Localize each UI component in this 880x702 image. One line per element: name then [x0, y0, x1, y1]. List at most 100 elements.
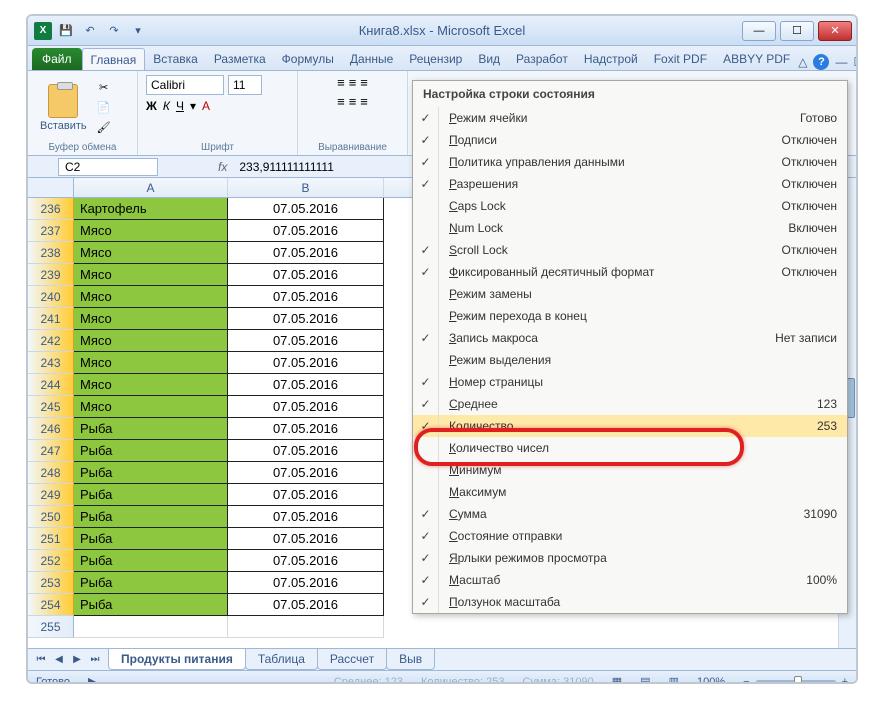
cell-a[interactable]: Мясо	[74, 330, 228, 352]
row-header[interactable]: 253	[28, 572, 74, 594]
child-minimize-icon[interactable]: —	[835, 55, 847, 69]
row-header[interactable]: 255	[28, 616, 74, 638]
cell-a[interactable]: Рыба	[74, 594, 228, 616]
sheet-nav-first[interactable]: ⏮	[32, 651, 50, 669]
cell-b[interactable]: 07.05.2016	[228, 242, 384, 264]
row-header[interactable]: 249	[28, 484, 74, 506]
row-header[interactable]: 244	[28, 374, 74, 396]
cell-a[interactable]: Картофель	[74, 198, 228, 220]
row-header[interactable]: 239	[28, 264, 74, 286]
cell-a[interactable]: Мясо	[74, 286, 228, 308]
menu-item-4[interactable]: Caps LockОтключен	[413, 195, 847, 217]
align-bottom-button[interactable]: ≡	[360, 75, 368, 90]
cell-b[interactable]: 07.05.2016	[228, 374, 384, 396]
cell-a[interactable]: Мясо	[74, 374, 228, 396]
cell-b[interactable]: 07.05.2016	[228, 506, 384, 528]
ribbon-tab-8[interactable]: Надстрой	[576, 48, 646, 70]
menu-item-1[interactable]: ПодписиОтключен	[413, 129, 847, 151]
menu-item-16[interactable]: Минимум	[413, 459, 847, 481]
sheet-tab-3[interactable]: Выв	[386, 649, 435, 670]
child-restore-icon[interactable]: ☐	[853, 55, 858, 69]
font-name-select[interactable]	[146, 75, 224, 95]
cell-a[interactable]: Мясо	[74, 308, 228, 330]
ribbon-tab-7[interactable]: Разработ	[508, 48, 576, 70]
menu-item-3[interactable]: РазрешенияОтключен	[413, 173, 847, 195]
row-header[interactable]: 250	[28, 506, 74, 528]
ribbon-tab-5[interactable]: Рецензир	[401, 48, 470, 70]
font-size-select[interactable]	[228, 75, 262, 95]
cell-b[interactable]: 07.05.2016	[228, 198, 384, 220]
row-header[interactable]: 236	[28, 198, 74, 220]
align-top-button[interactable]: ≡	[337, 75, 345, 90]
cell-b[interactable]: 07.05.2016	[228, 220, 384, 242]
cell-a[interactable]: Рыба	[74, 462, 228, 484]
cell-a[interactable]: Мясо	[74, 242, 228, 264]
view-normal-button[interactable]: ▦	[612, 675, 622, 684]
menu-item-14[interactable]: Количество253	[413, 415, 847, 437]
sheet-nav-prev[interactable]: ◀	[50, 651, 68, 669]
zoom-slider[interactable]	[756, 680, 836, 684]
menu-item-0[interactable]: Режим ячейкиГотово	[413, 107, 847, 129]
menu-item-11[interactable]: Режим выделения	[413, 349, 847, 371]
paste-button[interactable]: Вставить	[36, 82, 91, 134]
menu-item-7[interactable]: Фиксированный десятичный форматОтключен	[413, 261, 847, 283]
cell-b[interactable]: 07.05.2016	[228, 264, 384, 286]
row-header[interactable]: 252	[28, 550, 74, 572]
bold-button[interactable]: Ж	[146, 99, 157, 113]
menu-item-20[interactable]: Ярлыки режимов просмотра	[413, 547, 847, 569]
cell-b[interactable]: 07.05.2016	[228, 572, 384, 594]
cell-a[interactable]: Рыба	[74, 572, 228, 594]
column-header-b[interactable]: B	[228, 178, 384, 197]
cell-b[interactable]: 07.05.2016	[228, 352, 384, 374]
ribbon-tab-10[interactable]: ABBYY PDF	[715, 48, 798, 70]
cell-a[interactable]	[74, 616, 228, 638]
cell-a[interactable]: Рыба	[74, 506, 228, 528]
row-header[interactable]: 248	[28, 462, 74, 484]
zoom-out-button[interactable]: −	[743, 676, 749, 685]
font-expand-icon[interactable]: ▾	[190, 99, 196, 113]
cell-b[interactable]: 07.05.2016	[228, 286, 384, 308]
view-pagebreak-button[interactable]: ▥	[669, 675, 679, 684]
menu-item-13[interactable]: Среднее123	[413, 393, 847, 415]
menu-item-8[interactable]: Режим замены	[413, 283, 847, 305]
format-painter-button[interactable]: 🖌	[95, 119, 113, 137]
cell-a[interactable]: Мясо	[74, 264, 228, 286]
cell-b[interactable]: 07.05.2016	[228, 330, 384, 352]
row-header[interactable]: 237	[28, 220, 74, 242]
cell-a[interactable]: Мясо	[74, 396, 228, 418]
cell-a[interactable]: Рыба	[74, 440, 228, 462]
sheet-tab-1[interactable]: Таблица	[245, 649, 318, 670]
view-layout-button[interactable]: ▤	[640, 675, 650, 684]
cell-a[interactable]: Мясо	[74, 220, 228, 242]
align-center-button[interactable]: ≡	[349, 94, 357, 109]
menu-item-5[interactable]: Num LockВключен	[413, 217, 847, 239]
ribbon-tab-2[interactable]: Разметка	[206, 48, 274, 70]
cell-b[interactable]	[228, 616, 384, 638]
cell-b[interactable]: 07.05.2016	[228, 528, 384, 550]
sheet-tab-0[interactable]: Продукты питания	[108, 649, 246, 670]
menu-item-10[interactable]: Запись макросаНет записи	[413, 327, 847, 349]
select-all-corner[interactable]	[28, 178, 74, 197]
qat-undo-button[interactable]: ↶	[80, 21, 100, 41]
sheet-nav-next[interactable]: ▶	[68, 651, 86, 669]
sheet-tab-2[interactable]: Рассчет	[317, 649, 387, 670]
help-icon[interactable]: ?	[813, 54, 829, 70]
zoom-value[interactable]: 100%	[697, 676, 725, 685]
menu-item-9[interactable]: Режим перехода в конец	[413, 305, 847, 327]
cell-b[interactable]: 07.05.2016	[228, 594, 384, 616]
cell-a[interactable]: Рыба	[74, 550, 228, 572]
ribbon-minimize-icon[interactable]: △	[798, 55, 807, 69]
row-header[interactable]: 238	[28, 242, 74, 264]
italic-button[interactable]: К	[163, 99, 170, 113]
align-left-button[interactable]: ≡	[337, 94, 345, 109]
name-box[interactable]	[58, 158, 158, 176]
menu-item-2[interactable]: Политика управления даннымиОтключен	[413, 151, 847, 173]
ribbon-tab-0[interactable]: Главная	[82, 48, 146, 70]
minimize-button[interactable]: —	[742, 21, 776, 41]
cell-b[interactable]: 07.05.2016	[228, 462, 384, 484]
close-button[interactable]: ✕	[818, 21, 852, 41]
align-right-button[interactable]: ≡	[360, 94, 368, 109]
file-tab[interactable]: Файл	[32, 48, 82, 70]
zoom-in-button[interactable]: +	[842, 676, 848, 685]
row-header[interactable]: 254	[28, 594, 74, 616]
